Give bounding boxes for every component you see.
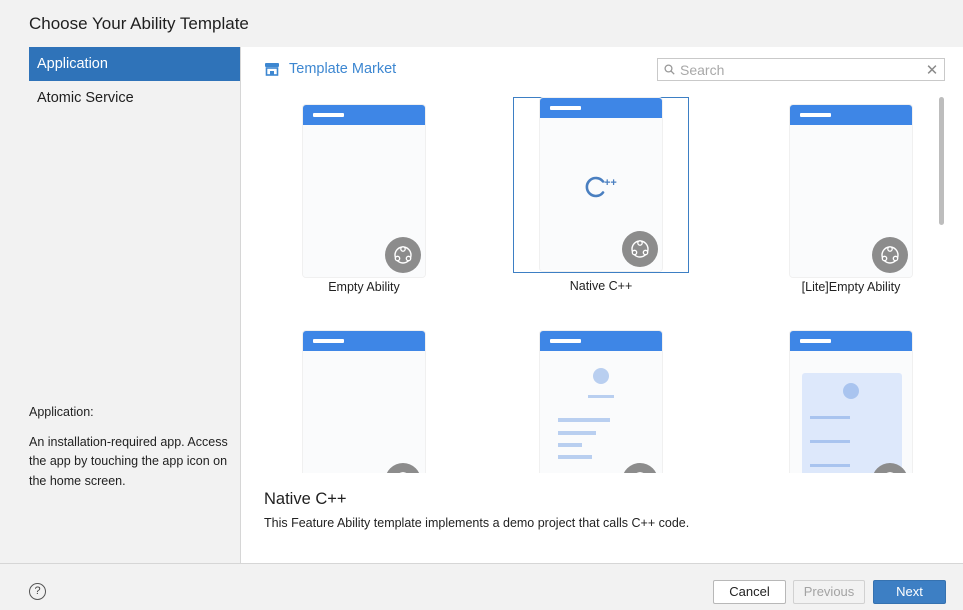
search-input[interactable]: [680, 61, 920, 78]
template-preview: [790, 331, 912, 473]
template-card-4[interactable]: [276, 323, 452, 473]
template-label: Empty Ability: [328, 280, 400, 294]
help-icon[interactable]: ?: [29, 583, 46, 600]
harmony-badge-icon: [622, 231, 658, 267]
store-icon: [264, 61, 280, 77]
harmony-badge-icon: [872, 237, 908, 273]
template-panel: Template Market ✕ Empty Ability: [241, 47, 963, 563]
template-label: Native C++: [569, 279, 633, 293]
avatar-placeholder: [843, 383, 859, 399]
template-card-empty-ability[interactable]: Empty Ability: [276, 97, 452, 294]
template-label: [Lite]Empty Ability: [801, 280, 901, 294]
placeholder-line: [558, 443, 582, 447]
placeholder-line: [810, 464, 850, 467]
placeholder-line: [558, 455, 592, 459]
category-description-title: Application:: [29, 405, 94, 419]
selected-template-title: Native C++: [264, 490, 347, 508]
template-card-native-cpp[interactable]: ++ Native C++: [513, 97, 689, 293]
template-card-5[interactable]: [513, 323, 689, 473]
template-market-label: Template Market: [289, 61, 397, 77]
template-preview: ++: [540, 98, 662, 271]
search-icon: [658, 64, 680, 75]
placeholder-line: [558, 418, 610, 422]
cancel-button[interactable]: Cancel: [713, 580, 786, 604]
selected-template-description: This Feature Ability template implements…: [264, 516, 690, 530]
clear-search-icon[interactable]: ✕: [920, 61, 944, 79]
sidebar-item-application[interactable]: Application: [29, 47, 240, 81]
harmony-badge-icon: [385, 237, 421, 273]
placeholder-line: [558, 431, 596, 435]
category-description: Application: An installation-required ap…: [29, 403, 229, 491]
template-grid-scrollbar[interactable]: [939, 97, 944, 225]
template-category-sidebar: Application Atomic Service Application: …: [29, 47, 240, 563]
cpp-icon: ++: [585, 176, 617, 198]
placeholder-line: [810, 416, 850, 419]
previous-button[interactable]: Previous: [793, 580, 865, 604]
template-preview: [790, 105, 912, 277]
avatar-placeholder: [593, 368, 609, 384]
template-preview: [303, 105, 425, 277]
category-description-text: An installation-required app. Access the…: [29, 434, 228, 488]
cpp-icon-text: ++: [604, 177, 617, 189]
template-card-lite-empty-ability[interactable]: [Lite]Empty Ability: [763, 97, 935, 294]
next-button[interactable]: Next: [873, 580, 946, 604]
placeholder-line: [810, 440, 850, 443]
template-grid: Empty Ability ++ Native C++ [Lite]Empty …: [241, 91, 935, 473]
footer-divider: [0, 563, 963, 564]
template-card-6[interactable]: [763, 323, 935, 473]
template-preview: [540, 331, 662, 473]
dialog-title: Choose Your Ability Template: [29, 14, 249, 33]
search-box: ✕: [657, 58, 945, 81]
sidebar-item-atomic-service[interactable]: Atomic Service: [29, 81, 240, 115]
template-market-link[interactable]: Template Market: [264, 61, 396, 77]
placeholder-line: [588, 395, 614, 398]
template-preview: [303, 331, 425, 473]
